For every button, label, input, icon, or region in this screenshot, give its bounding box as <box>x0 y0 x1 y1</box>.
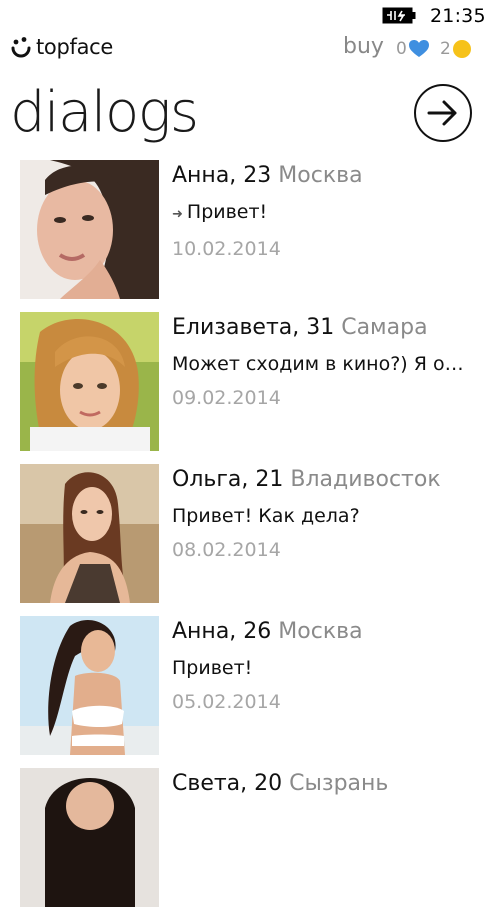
last-message: ➜ Привет! <box>172 201 268 223</box>
brand-name: topface <box>36 35 114 59</box>
contact-city: Сызрань <box>289 771 389 796</box>
avatar <box>20 616 159 755</box>
contact-name: Ольга, 21 <box>172 467 284 492</box>
avatar <box>20 768 159 907</box>
coins-counter[interactable]: 2 <box>440 39 471 59</box>
coins-count: 2 <box>440 39 451 59</box>
contact-name: Анна, 23 <box>172 163 272 188</box>
dialog-item[interactable]: Анна, 23 Москва ➜ Привет! 10.02.2014 <box>0 160 486 300</box>
dialog-name-line: Света, 20 Сызрань <box>172 768 472 800</box>
contact-city: Москва <box>278 619 363 644</box>
topface-logo: topface <box>10 32 113 62</box>
contact-city: Москва <box>278 163 363 188</box>
clock: 21:35 <box>430 5 486 27</box>
message-date: 05.02.2014 <box>172 691 281 713</box>
likes-counter[interactable]: 0 <box>396 39 429 59</box>
dialog-name-line: Ольга, 21 Владивосток <box>172 464 472 496</box>
contact-name: Света, 20 <box>172 771 283 796</box>
contact-name: Анна, 26 <box>172 619 272 644</box>
dialog-item[interactable]: Елизавета, 31 Самара Может сходим в кино… <box>0 312 486 452</box>
last-message: Привет! <box>172 657 253 679</box>
message-date: 08.02.2014 <box>172 539 281 561</box>
smiley-logo-icon <box>11 37 31 58</box>
dialog-item[interactable]: Света, 20 Сызрань <box>0 768 486 908</box>
avatar <box>20 160 159 299</box>
dialog-item[interactable]: Ольга, 21 Владивосток Привет! Как дела? … <box>0 464 486 604</box>
likes-count: 0 <box>396 39 407 59</box>
avatar <box>20 464 159 603</box>
page-title: dialogs <box>10 80 199 145</box>
heart-icon <box>408 40 429 57</box>
next-button[interactable] <box>414 84 472 142</box>
contact-city: Владивосток <box>290 467 441 492</box>
message-date: 09.02.2014 <box>172 387 281 409</box>
message-date: 10.02.2014 <box>172 238 281 260</box>
last-message: Может сходим в кино?) Я оч... <box>172 353 468 375</box>
avatar <box>20 312 159 451</box>
dialog-name-line: Анна, 23 Москва <box>172 160 472 192</box>
coin-icon <box>452 40 471 58</box>
app-header: topface buy 0 2 <box>0 32 486 66</box>
dialog-name-line: Анна, 26 Москва <box>172 616 472 648</box>
status-bar: 21:35 <box>0 0 486 30</box>
last-message: Привет! Как дела? <box>172 505 360 527</box>
contact-name: Елизавета, 31 <box>172 315 335 340</box>
buy-button[interactable]: buy <box>343 34 384 59</box>
battery-charging-icon <box>382 7 416 24</box>
contact-city: Самара <box>341 315 428 340</box>
reply-arrow-icon: ➜ <box>172 207 183 222</box>
arrow-right-icon <box>427 100 457 126</box>
dialog-name-line: Елизавета, 31 Самара <box>172 312 472 344</box>
dialog-item[interactable]: Анна, 26 Москва Привет! 05.02.2014 <box>0 616 486 756</box>
